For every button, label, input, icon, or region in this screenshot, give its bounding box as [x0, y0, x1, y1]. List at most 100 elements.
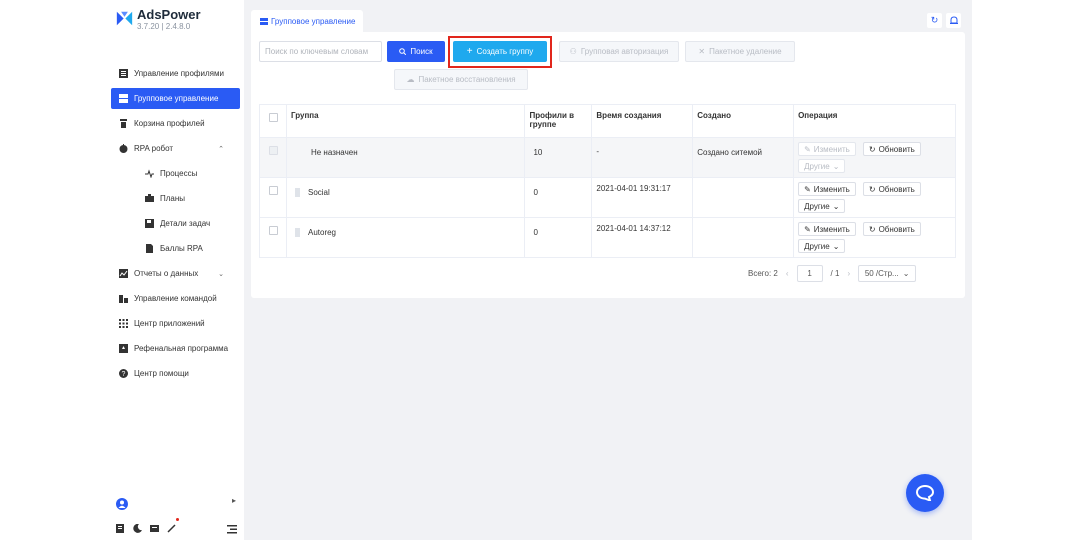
sidebar-item-plans[interactable]: Планы — [111, 188, 240, 209]
chat-support-button[interactable] — [906, 474, 944, 512]
tab-groups[interactable]: Групповое управление — [251, 10, 363, 32]
sidebar-item-rpa[interactable]: RPA робот ⌃ — [111, 138, 240, 159]
chevron-right-icon[interactable]: ▸ — [232, 496, 236, 505]
create-group-button[interactable]: + Создать группу — [453, 41, 547, 62]
pencil-icon: ✎ — [804, 224, 811, 234]
created-time: 2021-04-01 19:31:17 — [596, 184, 671, 193]
referral-icon — [119, 344, 128, 353]
column-header-created-by: Создано — [692, 104, 795, 138]
sidebar-item-label: Управление командой — [134, 294, 217, 303]
refresh-row-button[interactable]: ↻ Обновить — [862, 222, 921, 236]
prev-page-icon[interactable]: ‹ — [786, 269, 789, 278]
adspower-logo-icon — [116, 11, 133, 26]
app-version: 3.7.20 | 2.4.8.0 — [137, 22, 191, 31]
other-label: Другие — [804, 241, 830, 251]
sidebar-item-label: Процессы — [160, 169, 198, 178]
other-label: Другие — [804, 161, 830, 171]
avatar[interactable] — [116, 498, 128, 510]
sidebar-item-help[interactable]: ? Центр помощи — [111, 363, 240, 384]
process-icon — [145, 169, 154, 178]
page-number-input[interactable]: 1 — [796, 265, 823, 282]
operation-cell: ✎ Изменить ↻ Обновить Другие ⌄ — [793, 137, 956, 178]
created-by-cell — [692, 177, 795, 218]
sidebar-item-team[interactable]: Управление командой — [111, 288, 240, 309]
sidebar-item-label: Групповое управление — [134, 94, 219, 103]
batch-restore-button[interactable]: ☁ Пакетное восстановления — [394, 69, 528, 90]
edit-button[interactable]: ✎ Изменить — [798, 182, 856, 196]
batch-delete-button[interactable]: ✕ Пакетное удаление — [685, 41, 795, 62]
users-icon: ⚇ — [569, 47, 577, 56]
sidebar-item-rpa-points[interactable]: Баллы RPA — [111, 238, 240, 259]
refresh-button[interactable]: ↻ — [927, 13, 942, 28]
sidebar-item-groups[interactable]: Групповое управление — [111, 88, 240, 109]
sidebar-item-profiles[interactable]: Управление профилями — [111, 63, 240, 84]
message-icon[interactable] — [150, 520, 159, 538]
pencil-icon: ✎ — [804, 144, 811, 154]
group-authorization-button[interactable]: ⚇ Групповая авторизация — [559, 41, 679, 62]
search-button-label: Поиск — [410, 47, 433, 56]
sidebar-item-processes[interactable]: Процессы — [111, 163, 240, 184]
created-time: - — [596, 147, 600, 156]
row-checkbox[interactable] — [269, 226, 278, 235]
refresh-row-button[interactable]: ↻ Обновить — [862, 142, 921, 156]
select-all-checkbox[interactable] — [269, 113, 278, 122]
search-icon — [399, 48, 407, 55]
sidebar-item-label: Рефенальная программа — [134, 344, 229, 353]
sidebar-nav: Управление профилями Групповое управлени… — [111, 63, 240, 388]
tab-bar: Групповое управление ↻ — [251, 10, 965, 32]
pagination: Всего: 2 ‹ 1 / 1 › 50 /Стр... ⌄ — [748, 265, 917, 282]
sidebar: AdsPower 3.7.20 | 2.4.8.0 Управление про… — [108, 0, 244, 540]
menu-toggle-icon[interactable] — [227, 521, 237, 539]
bookmark-icon — [294, 228, 300, 237]
table-row: Autoreg 0 2021-04-01 14:37:12 ✎ Изменить … — [259, 217, 956, 258]
profiles-count-cell: 0 — [524, 217, 593, 258]
next-page-icon[interactable]: › — [847, 269, 850, 278]
table-row: Не назначен 10 - Создано ситемой ✎ Измени… — [259, 137, 956, 178]
sidebar-item-apps[interactable]: Центр приложений — [111, 313, 240, 334]
page-size: 50 /Стр... — [864, 269, 899, 278]
notifications-button[interactable] — [946, 13, 961, 28]
sidebar-item-reports[interactable]: Отчеты о данных ⌄ — [111, 263, 240, 284]
chevron-down-icon: ⌄ — [832, 161, 840, 171]
bell-icon — [949, 16, 958, 24]
sidebar-item-label: Отчеты о данных — [134, 269, 199, 278]
pen-icon[interactable] — [167, 518, 179, 538]
created-by — [697, 224, 790, 228]
logo: AdsPower 3.7.20 | 2.4.8.0 — [116, 8, 201, 31]
row-checkbox[interactable] — [269, 186, 278, 195]
team-icon — [119, 294, 128, 303]
column-header-group: Группа — [285, 104, 526, 138]
column-header-created-time: Время создания — [591, 104, 694, 138]
created-time-cell: 2021-04-01 19:31:17 — [591, 177, 694, 218]
search-button[interactable]: Поиск — [387, 41, 445, 62]
notes-icon[interactable] — [116, 520, 125, 538]
row-checkbox — [269, 146, 278, 155]
sidebar-item-referral[interactable]: Рефенальная программа — [111, 338, 240, 359]
sidebar-item-label: Центр приложений — [134, 319, 205, 328]
search-input[interactable]: Поиск по ключевым словам — [259, 41, 382, 62]
chevron-down-icon: ⌄ — [902, 269, 910, 278]
refresh-row-button[interactable]: ↻ Обновить — [862, 182, 921, 196]
refresh-label: Обновить — [878, 184, 915, 194]
created-by-cell — [692, 217, 795, 258]
batch-restore-label: Пакетное восстановления — [418, 75, 516, 84]
row-select-cell — [259, 137, 287, 178]
other-dropdown[interactable]: Другие ⌄ — [798, 239, 846, 253]
group-authorization-label: Групповая авторизация — [580, 47, 669, 56]
chevron-down-icon: ⌄ — [832, 201, 840, 211]
sidebar-item-task-details[interactable]: Детали задач — [111, 213, 240, 234]
other-dropdown[interactable]: Другие ⌄ — [798, 199, 846, 213]
moon-icon[interactable] — [133, 520, 142, 538]
refresh-icon: ↻ — [868, 184, 876, 194]
operation-cell: ✎ Изменить ↻ Обновить Другие ⌄ — [793, 217, 956, 258]
row-select-cell — [259, 177, 287, 218]
row-select-cell — [259, 217, 287, 258]
page-size-select[interactable]: 50 /Стр... ⌄ — [858, 265, 917, 282]
sidebar-item-trash[interactable]: Корзина профилей — [111, 113, 240, 134]
refresh-icon: ↻ — [868, 224, 876, 234]
edit-button[interactable]: ✎ Изменить — [798, 222, 856, 236]
chevron-down-icon: ⌄ — [218, 270, 224, 278]
group-name: Не назначен — [310, 148, 358, 157]
sidebar-item-label: Планы — [160, 194, 186, 203]
profiles-count: 0 — [533, 188, 538, 197]
